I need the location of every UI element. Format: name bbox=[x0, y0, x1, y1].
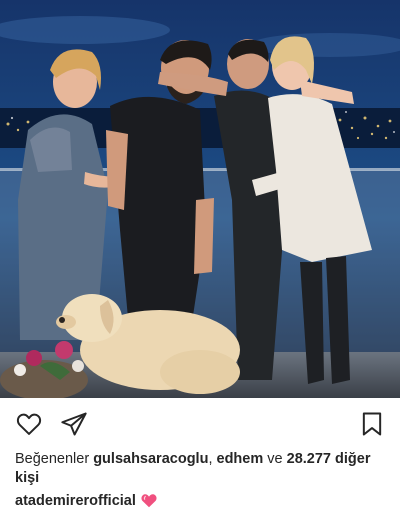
liker-username-2[interactable]: edhem bbox=[217, 451, 264, 467]
instagram-post: Beğenenler gulsahsaracoglu, edhem ve 28.… bbox=[0, 0, 400, 517]
likes-separator: , bbox=[208, 451, 213, 467]
post-actions-bar bbox=[0, 398, 400, 448]
likes-prefix: Beğenenler bbox=[15, 451, 90, 467]
send-icon[interactable] bbox=[60, 410, 88, 438]
others-count[interactable]: 28.277 bbox=[287, 451, 331, 467]
others-word[interactable]: diğer bbox=[335, 451, 370, 467]
liker-username-1[interactable]: gulsahsaracoglu bbox=[93, 451, 208, 467]
caption-username[interactable]: atademirerofficial bbox=[15, 493, 136, 509]
likes-and: ve bbox=[267, 451, 283, 467]
pink-heart-emoji-icon bbox=[140, 492, 158, 514]
bookmark-icon[interactable] bbox=[358, 410, 386, 438]
others-suffix[interactable]: kişi bbox=[15, 470, 39, 486]
post-photo[interactable] bbox=[0, 0, 400, 398]
heart-outline-icon[interactable] bbox=[15, 410, 43, 438]
likes-summary[interactable]: Beğenenler gulsahsaracoglu, edhem ve 28.… bbox=[15, 450, 387, 488]
post-caption: atademirerofficial bbox=[15, 492, 158, 514]
